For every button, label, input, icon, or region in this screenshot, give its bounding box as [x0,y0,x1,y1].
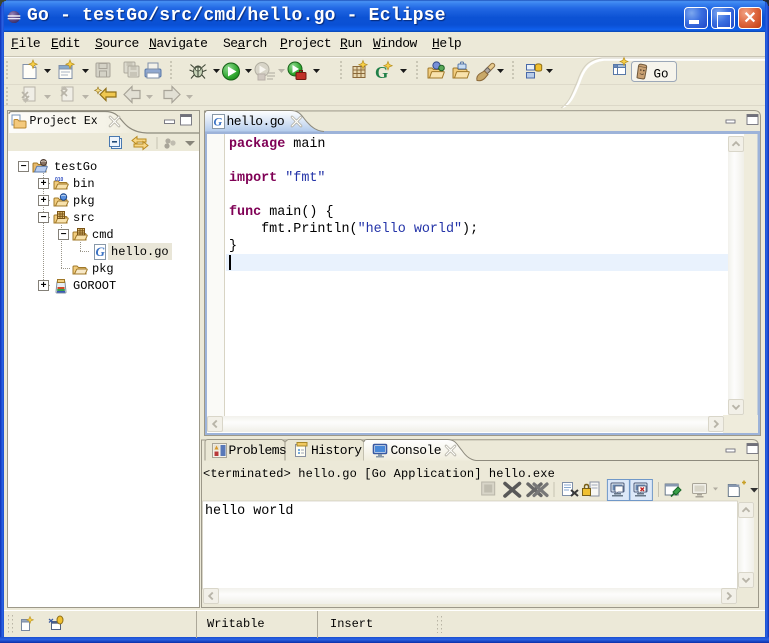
svg-text:G: G [96,244,106,259]
svg-text:010: 010 [55,177,64,183]
svg-text:Go: Go [654,68,669,82]
